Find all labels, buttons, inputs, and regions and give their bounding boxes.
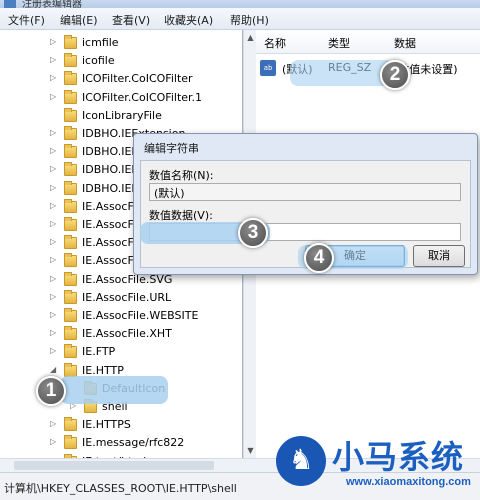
expand-arrow-icon[interactable]: ▷ — [50, 164, 60, 173]
tree-node[interactable]: ▷ icmfile — [0, 34, 242, 52]
folder-icon — [64, 435, 77, 450]
folder-icon — [64, 71, 77, 86]
folder-icon — [64, 235, 77, 250]
expand-arrow-icon[interactable]: ▷ — [50, 437, 60, 446]
folder-icon — [64, 126, 77, 140]
window-title: 注册表编辑器 — [22, 0, 82, 8]
tree-node-label: IE.AssocFile.WEBSITE — [82, 309, 199, 322]
folder-icon — [64, 144, 77, 159]
tree-node-label: IE.message/rfc822 — [82, 436, 185, 450]
menu-view[interactable]: 查看(V) — [112, 12, 150, 28]
value-name-field: (默认) — [149, 183, 461, 201]
default-value-highlight — [290, 60, 394, 86]
expand-arrow-icon[interactable]: ▷ — [50, 419, 60, 428]
watermark-logo: ♞ 小马系统 www.xiaomaxitong.com — [272, 432, 478, 494]
expand-arrow-icon[interactable]: ▷ — [50, 37, 60, 46]
step-2-badge: 2 — [380, 60, 410, 90]
folder-icon — [64, 162, 77, 177]
scroll-up-arrow-icon[interactable]: ▲ — [245, 32, 256, 43]
step-1-badge: 1 — [36, 376, 66, 406]
value-name-label: 数值名称(N): — [149, 169, 214, 182]
tree-node[interactable]: ▷ ICOFilter.CoICOFilter — [0, 70, 242, 88]
folder-icon — [64, 344, 77, 359]
title-bar: 注册表编辑器 — [0, 0, 480, 8]
dialog-title: 编辑字符串 — [144, 142, 199, 155]
menu-help[interactable]: 帮助(H) — [230, 12, 269, 28]
string-value-icon: ab — [260, 60, 276, 76]
tree-node[interactable]: ▷ IE.HTTPS — [0, 416, 242, 434]
menu-bar: 文件(F) 编辑(E) 查看(V) 收藏夹(A) 帮助(H) — [0, 8, 480, 30]
tree-node-label: icofile — [82, 54, 115, 68]
folder-icon — [64, 362, 77, 377]
folder-icon — [64, 180, 77, 195]
shell-node-highlight — [60, 376, 168, 404]
expand-arrow-icon[interactable]: ▷ — [50, 92, 60, 101]
scroll-down-arrow-icon[interactable]: ▼ — [245, 445, 256, 456]
tree-node-label: ICOFilter.CoICOFilter.1 — [82, 90, 203, 104]
folder-icon — [64, 289, 77, 304]
horse-logo-icon: ♞ — [276, 436, 326, 486]
values-column-header: 名称 类型 数据 — [256, 30, 480, 54]
regedit-app-icon — [4, 0, 16, 8]
expand-arrow-icon[interactable]: ▷ — [50, 292, 60, 301]
tree-node-label: IconLibraryFile — [82, 108, 162, 122]
tree-node[interactable]: ▷ IE.AssocFile.WEBSITE — [0, 307, 242, 325]
step-4-badge: 4 — [304, 243, 334, 273]
folder-icon — [64, 271, 77, 286]
folder-icon — [64, 326, 77, 341]
menu-favorites[interactable]: 收藏夹(A) — [164, 12, 213, 28]
tree-node-label: IE.FTP — [82, 345, 116, 359]
expand-arrow-icon[interactable]: ▷ — [50, 128, 60, 137]
scroll-thumb[interactable] — [14, 461, 214, 470]
folder-icon — [64, 107, 77, 122]
tree-node-label: IE.HTTPS — [82, 418, 131, 432]
folder-icon — [64, 417, 77, 432]
menu-file[interactable]: 文件(F) — [8, 12, 45, 28]
expand-arrow-icon[interactable]: ▷ — [50, 219, 60, 228]
expand-arrow-icon[interactable]: ▷ — [50, 183, 60, 192]
tree-node[interactable]: ▷ IE.AssocFile.URL — [0, 289, 242, 307]
status-path: 计算机\HKEY_CLASSES_ROOT\IE.HTTP\shell — [4, 482, 237, 495]
tree-node-label: icmfile — [82, 36, 119, 49]
value-data-label: 数值数据(V): — [149, 209, 213, 222]
tree-node-label: IE.HTTP — [82, 363, 124, 377]
collapse-arrow-icon[interactable]: ◢ — [50, 365, 60, 374]
tree-node-label: ICOFilter.CoICOFilter — [82, 72, 193, 86]
tree-node[interactable]: ▷ IE.message/rfc822 — [0, 434, 242, 452]
expand-arrow-icon[interactable]: ▷ — [50, 310, 60, 319]
tree-node-label: IE.AssocFile.URL — [82, 290, 172, 304]
folder-icon — [64, 198, 77, 213]
tree-node[interactable]: ▷ IE.FTP — [0, 343, 242, 361]
watermark-url: www.xiaomaxitong.com — [346, 476, 471, 488]
expand-arrow-icon[interactable]: ▷ — [50, 55, 60, 64]
expand-arrow-icon[interactable]: ▷ — [50, 255, 60, 264]
expand-arrow-icon[interactable]: ▷ — [50, 146, 60, 155]
tree-node[interactable]: ▷ icofile — [0, 52, 242, 70]
expand-arrow-icon[interactable]: ▷ — [50, 73, 60, 82]
tree-node[interactable]: IconLibraryFile — [0, 107, 242, 125]
folder-icon — [64, 308, 77, 322]
cancel-button[interactable]: 取消 — [413, 245, 465, 267]
expand-arrow-icon[interactable]: ▷ — [50, 237, 60, 246]
column-type[interactable]: 类型 — [328, 35, 350, 51]
expand-arrow-icon[interactable]: ▷ — [50, 274, 60, 283]
tree-node-label: IE.AssocFile.XHT — [82, 327, 172, 341]
column-name[interactable]: 名称 — [264, 35, 286, 51]
tree-node[interactable]: ▷ ICOFilter.CoICOFilter.1 — [0, 89, 242, 107]
folder-icon — [64, 53, 77, 68]
expand-arrow-icon[interactable]: ▷ — [50, 201, 60, 210]
folder-icon — [64, 89, 77, 104]
folder-icon — [64, 217, 77, 231]
expand-arrow-icon[interactable]: ▷ — [50, 346, 60, 355]
folder-icon — [64, 35, 77, 49]
menu-edit[interactable]: 编辑(E) — [60, 12, 98, 28]
column-data[interactable]: 数据 — [394, 35, 416, 51]
expand-arrow-icon[interactable]: ▷ — [50, 328, 60, 337]
tree-node[interactable]: ▷ IE.AssocFile.XHT — [0, 325, 242, 343]
step-3-badge: 3 — [238, 218, 268, 248]
folder-icon — [64, 253, 77, 268]
watermark-brand: 小马系统 — [332, 438, 465, 476]
